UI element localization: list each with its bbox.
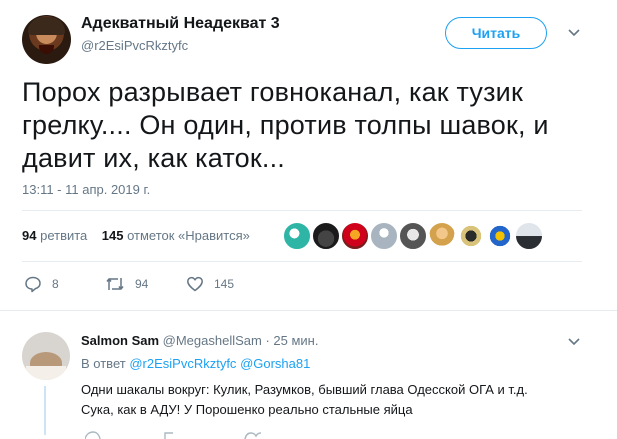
reply-action[interactable]: 8 (24, 275, 59, 293)
reply-text-line: Сука, как в АДУ! У Порошенко реально ста… (81, 402, 413, 417)
liker-avatar[interactable] (457, 222, 485, 250)
retweets-count[interactable]: 94 (22, 228, 36, 243)
mention-link[interactable]: @r2EsiPvcRkztyfc (129, 356, 236, 371)
divider (22, 261, 582, 262)
chevron-down-icon[interactable] (566, 27, 582, 39)
reply-time[interactable]: · 25 мин. (265, 333, 318, 348)
liker-avatar[interactable] (399, 222, 427, 250)
reply-to-prefix: В ответ (81, 356, 126, 371)
tweet-timestamp[interactable]: 13:11 - 11 апр. 2019 г. (22, 182, 150, 197)
liker-avatar[interactable] (370, 222, 398, 250)
chevron-down-icon[interactable] (566, 336, 582, 348)
like-action[interactable]: 145 (186, 275, 234, 293)
thread-line (44, 386, 46, 435)
reply-author-handle[interactable]: @MegashellSam (163, 333, 262, 348)
reply-author-avatar[interactable] (22, 332, 70, 380)
author-name[interactable]: Адекватный Неадекват 3 (81, 15, 280, 33)
divider (22, 210, 582, 211)
liker-avatar[interactable] (515, 222, 543, 250)
reply-context: В ответ @r2EsiPvcRkztyfc @Gorsha81 (81, 356, 310, 371)
like-count: 145 (214, 277, 235, 291)
reply-text: Одни шакалы вокруг: Кулик, Разумков, быв… (81, 380, 581, 420)
tweet-text: Порох разрывает говноканал, как тузик гр… (22, 77, 549, 173)
liker-avatar[interactable] (312, 222, 340, 250)
follow-button[interactable]: Читать (445, 17, 547, 49)
liker-avatar[interactable] (283, 222, 311, 250)
mention-link[interactable]: @Gorsha81 (240, 356, 310, 371)
liker-avatar[interactable] (341, 222, 369, 250)
reply-author-name[interactable]: Salmon Sam (81, 333, 159, 348)
retweet-count: 94 (135, 277, 149, 291)
retweets-label[interactable]: ретвита (40, 228, 87, 243)
author-avatar[interactable] (22, 15, 71, 64)
reply-actions-cut (85, 431, 262, 439)
author-handle[interactable]: @r2EsiPvcRkztyfc (81, 38, 188, 53)
retweet-icon (106, 278, 124, 290)
likes-count[interactable]: 145 (102, 228, 124, 243)
reply-icon (25, 276, 41, 293)
liker-avatar[interactable] (486, 222, 514, 250)
reply-header: Salmon Sam @MegashellSam · 25 мин. (81, 333, 318, 348)
tweet-stats: 94 ретвита 145 отметок «Нравится» (22, 228, 250, 243)
reply-text-line: Одни шакалы вокруг: Кулик, Разумков, быв… (81, 382, 528, 397)
reply-count: 8 (52, 277, 59, 291)
heart-icon (187, 276, 203, 292)
likes-label[interactable]: отметок «Нравится» (127, 228, 250, 243)
liker-avatar[interactable] (428, 222, 456, 250)
retweet-action[interactable]: 94 (105, 275, 148, 293)
divider (0, 310, 617, 311)
